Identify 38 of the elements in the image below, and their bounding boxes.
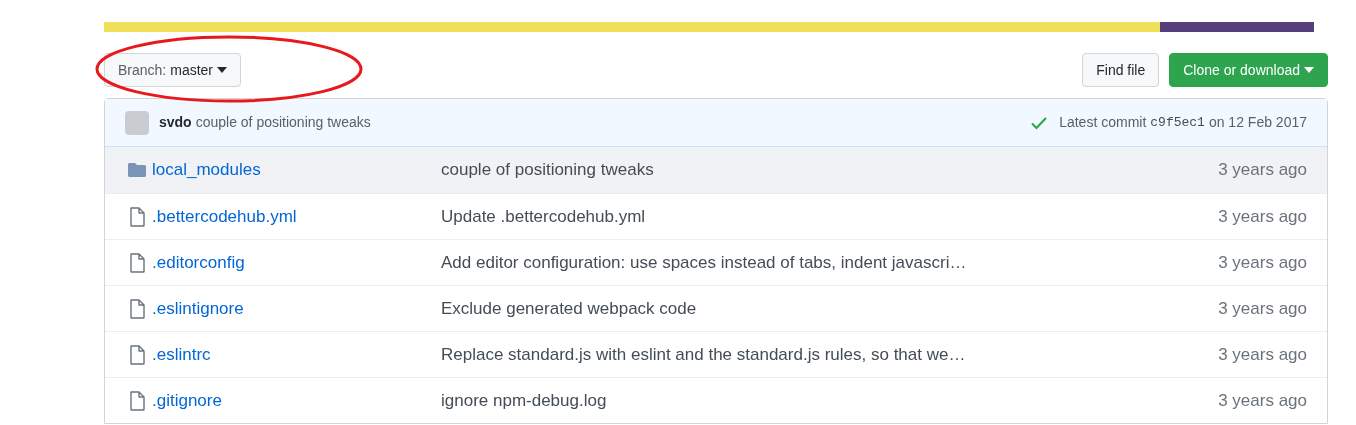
- latest-commit-label: Latest commit: [1059, 113, 1147, 132]
- commit-message[interactable]: couple of positioning tweaks: [195, 112, 371, 133]
- file-name-link[interactable]: .eslintignore: [152, 295, 244, 322]
- file-icon: [129, 206, 145, 227]
- file-name-link[interactable]: .eslintrc: [152, 341, 211, 368]
- file-name-link[interactable]: .gitignore: [152, 387, 222, 414]
- file-icon: [129, 252, 145, 273]
- file-icon: [129, 298, 145, 319]
- commit-age: 3 years ago: [1218, 251, 1307, 274]
- caret-icon: [1304, 67, 1314, 73]
- caret-icon: [217, 67, 228, 73]
- branch-name: master: [170, 60, 214, 80]
- file-row[interactable]: local_modules couple of positioning tweaks 3 years ago: [105, 147, 1327, 193]
- find-file-button[interactable]: Find file: [1082, 53, 1160, 87]
- commit-author[interactable]: svdo: [159, 112, 192, 133]
- commit-age: 3 years ago: [1218, 205, 1307, 228]
- branch-label: Branch:: [118, 60, 167, 80]
- check-icon: [1031, 115, 1048, 130]
- commit-date: on 12 Feb 2017: [1208, 113, 1307, 132]
- commit-message[interactable]: Update .bettercodehub.yml: [441, 203, 1219, 230]
- commit-message[interactable]: couple of positioning tweaks: [441, 157, 1219, 183]
- commit-message[interactable]: ignore npm-debug.log: [441, 387, 1219, 414]
- commit-message[interactable]: Exclude generated webpack code: [441, 295, 1219, 322]
- avatar: [125, 110, 149, 135]
- file-name-link[interactable]: local_modules: [152, 157, 261, 183]
- file-icon: [129, 344, 145, 365]
- commit-age: 3 years ago: [1218, 159, 1307, 182]
- commit-message[interactable]: Add editor configuration: use spaces instead of tabs, indent javascri…: [441, 249, 1219, 276]
- file-name-link[interactable]: .editorconfig: [152, 249, 245, 276]
- commit-age: 3 years ago: [1218, 297, 1307, 320]
- branch-button[interactable]: Branch: master: [104, 53, 242, 87]
- commit-age: 3 years ago: [1218, 343, 1307, 366]
- commit-age: 3 years ago: [1218, 389, 1307, 412]
- file-name-link[interactable]: .bettercodehub.yml: [152, 203, 297, 230]
- file-icon: [129, 390, 145, 411]
- commit-message[interactable]: Replace standard.js with eslint and the standard.js rules, so that we…: [441, 341, 1219, 368]
- commit-hash[interactable]: c9f5ec1: [1150, 112, 1205, 133]
- folder-icon: [127, 162, 147, 178]
